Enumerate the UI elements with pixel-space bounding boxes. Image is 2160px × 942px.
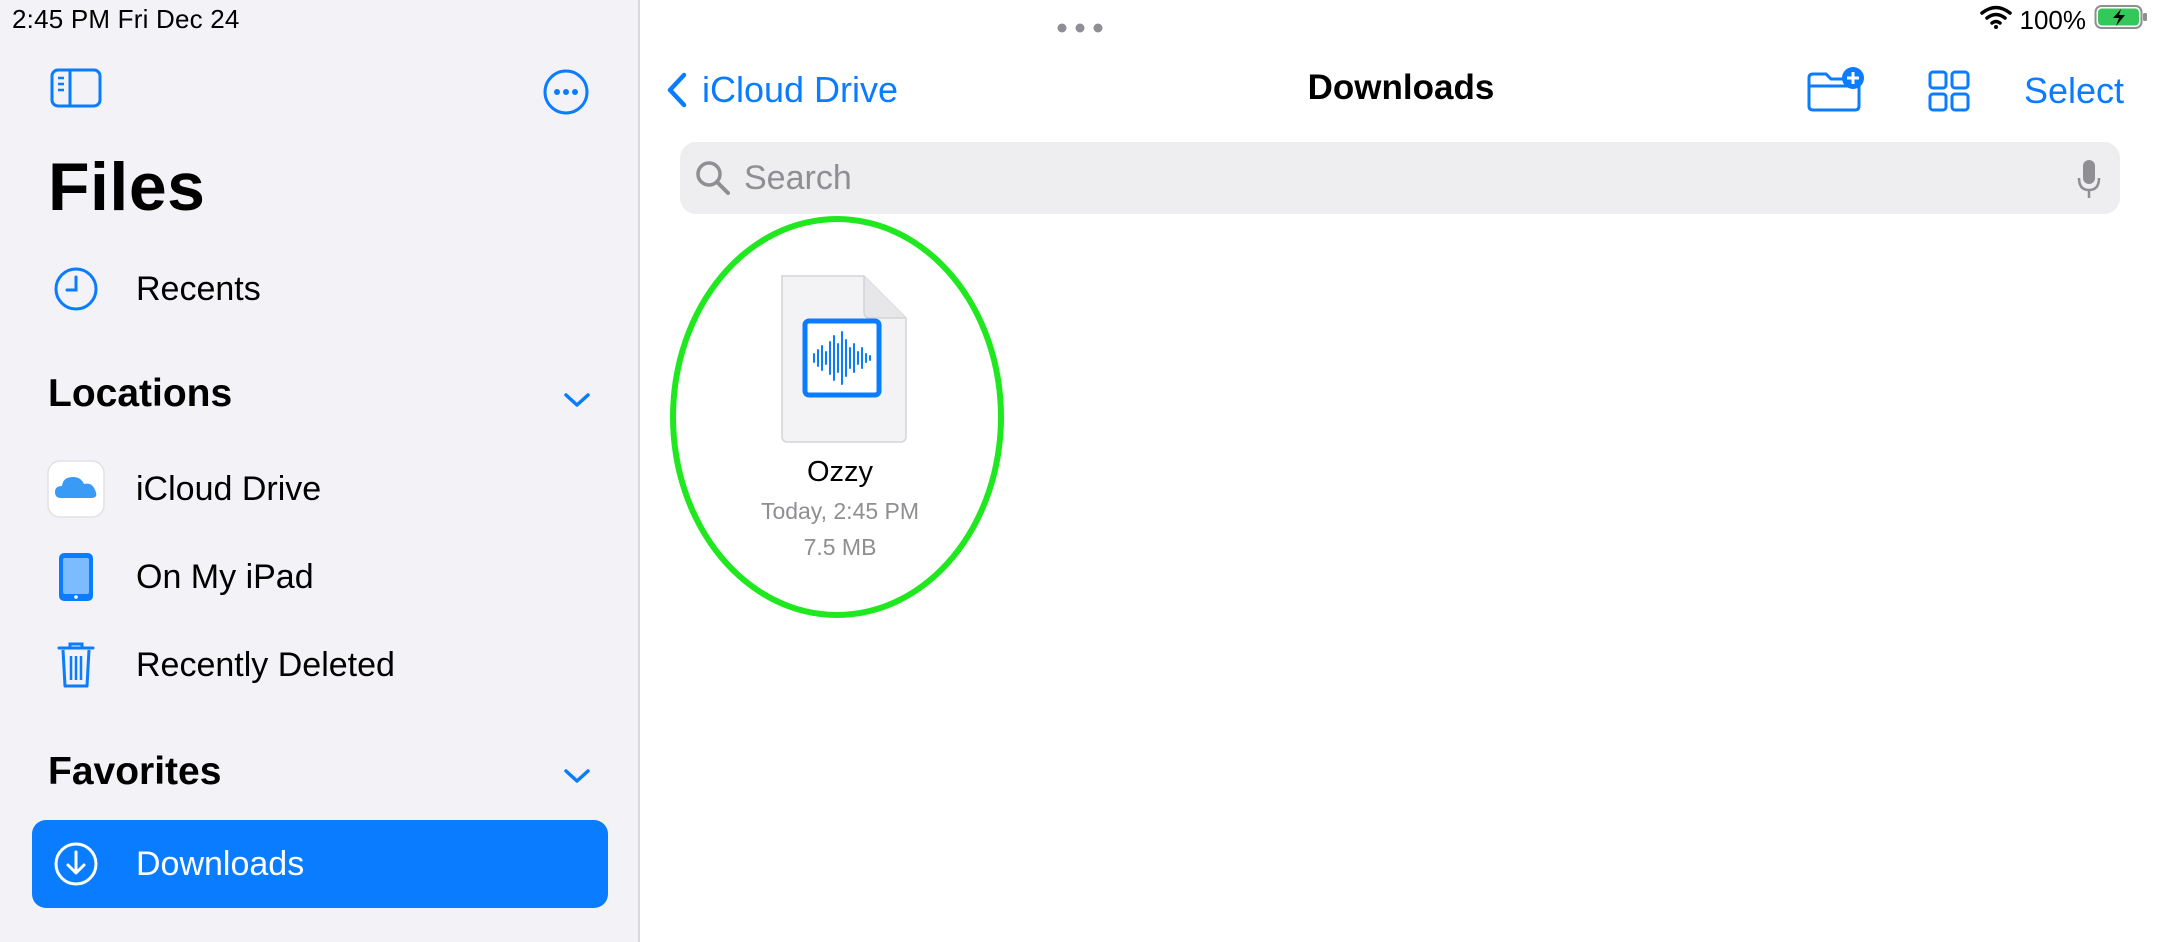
file-item[interactable]: Ozzy Today, 2:45 PM 7.5 MB [732,270,962,570]
file-name: Ozzy [806,456,874,488]
sidebar-item-label: Recently Deleted [136,645,395,684]
grid-view-icon[interactable] [1928,70,1970,112]
multitasking-dots-icon[interactable] [1057,20,1103,33]
icloud-icon [46,459,106,519]
microphone-icon[interactable] [2076,158,2102,200]
ipad-icon [46,547,106,607]
chevron-left-icon [667,72,687,108]
search-icon [696,161,730,195]
sidebar-title: Files [48,149,206,225]
chevron-down-icon[interactable] [562,766,592,786]
back-button[interactable]: iCloud Drive [666,66,898,114]
new-folder-icon[interactable] [1806,66,1866,114]
sidebar: 2:45 PM Fri Dec 24 Files Recents Locatio… [0,0,640,942]
clock-icon [46,259,106,319]
sidebar-item-recents[interactable]: Recents [32,246,608,332]
sidebar-item-label: Recents [136,269,261,308]
download-circle-icon [46,834,106,894]
page-title: Downloads [1307,68,1495,107]
main-content: 100% iCloud Drive Downloads Select Searc… [642,0,2160,942]
sidebar-item-recently-deleted[interactable]: Recently Deleted [32,622,608,708]
sidebar-toggle-icon[interactable] [50,66,104,110]
sidebar-item-on-my-ipad[interactable]: On My iPad [32,534,608,620]
battery-charging-icon [2094,4,2148,37]
chevron-down-icon[interactable] [562,390,592,410]
status-time-date: 2:45 PM Fri Dec 24 [12,4,240,34]
audio-waveform-icon [778,274,908,444]
search-input[interactable]: Search [744,159,852,198]
search-field[interactable]: Search [680,142,2120,214]
sidebar-item-label: On My iPad [136,557,314,596]
sidebar-item-downloads[interactable]: Downloads [32,820,608,908]
ellipsis-circle-icon[interactable] [540,66,592,118]
file-size: 7.5 MB [803,534,877,560]
locations-header[interactable]: Locations [48,372,232,416]
status-right: 100% [1979,4,2149,37]
sidebar-item-icloud-drive[interactable]: iCloud Drive [32,446,608,532]
wifi-icon [1979,5,2012,36]
sidebar-item-label: Downloads [136,844,305,883]
favorites-header[interactable]: Favorites [48,750,221,794]
sidebar-item-label: iCloud Drive [136,469,322,508]
battery-percent: 100% [2019,5,2087,35]
back-label: iCloud Drive [702,69,899,110]
trash-icon [46,635,106,695]
file-date: Today, 2:45 PM [760,498,920,524]
select-button[interactable]: Select [2024,70,2124,112]
